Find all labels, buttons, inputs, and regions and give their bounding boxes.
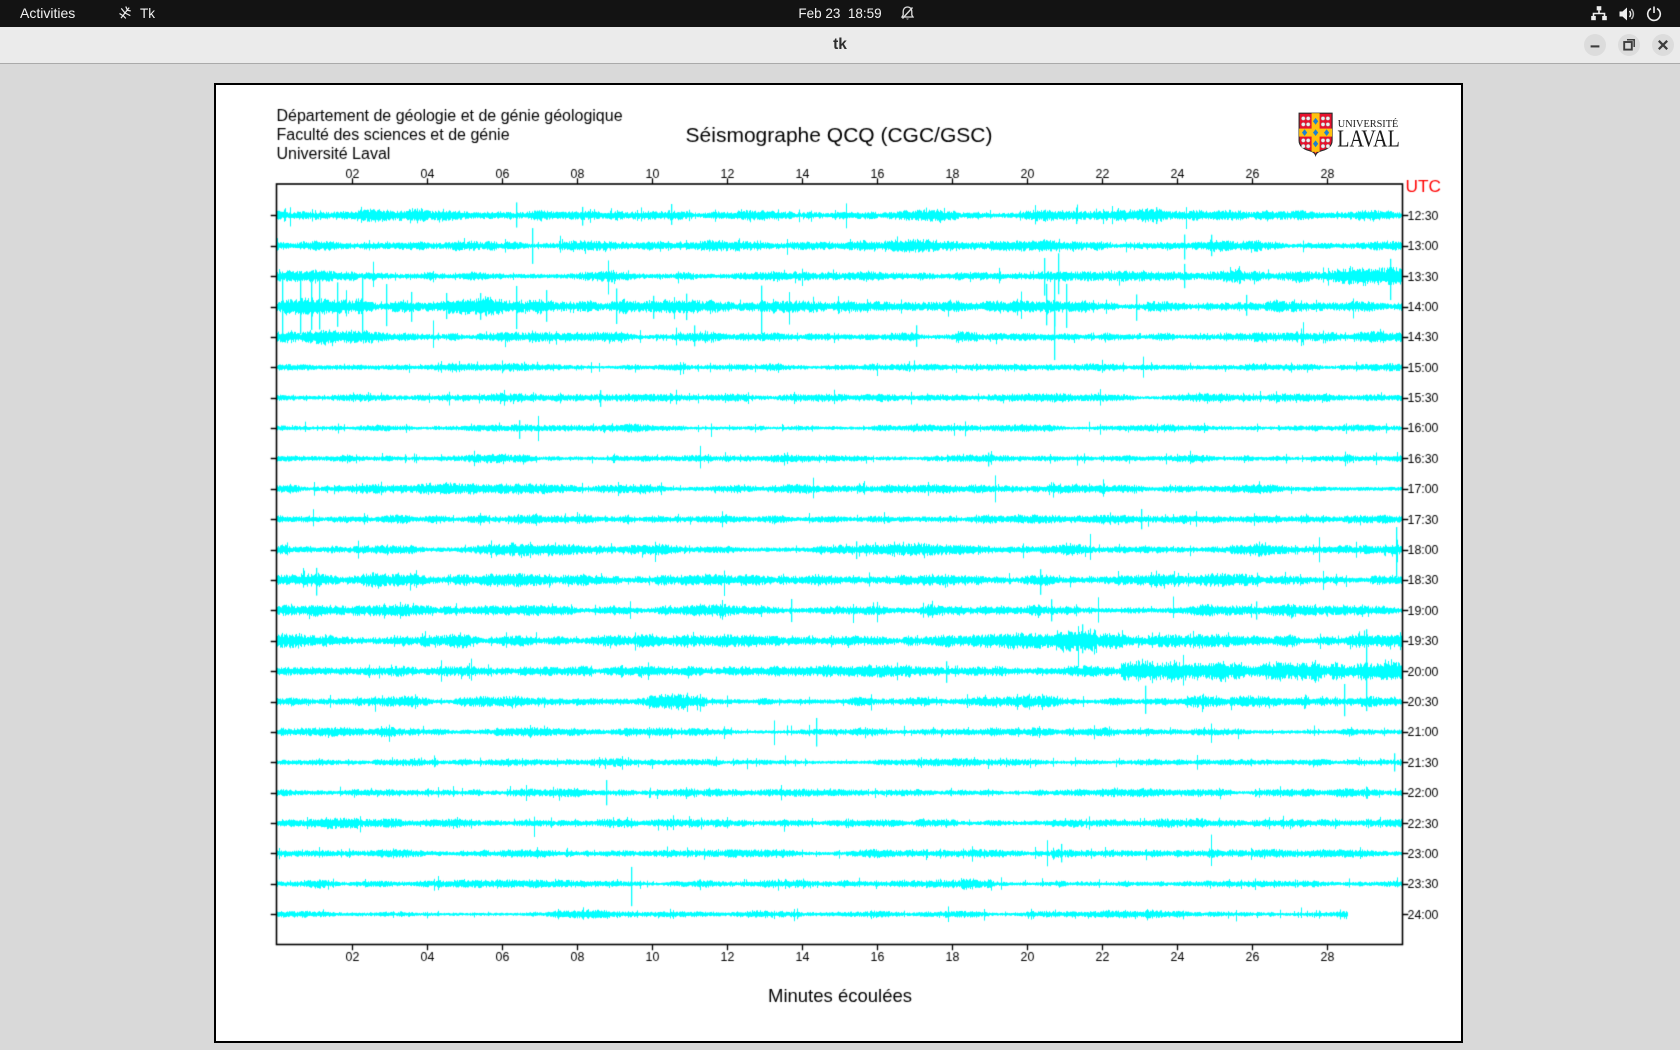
svg-text:LAVAL: LAVAL: [1337, 126, 1400, 153]
